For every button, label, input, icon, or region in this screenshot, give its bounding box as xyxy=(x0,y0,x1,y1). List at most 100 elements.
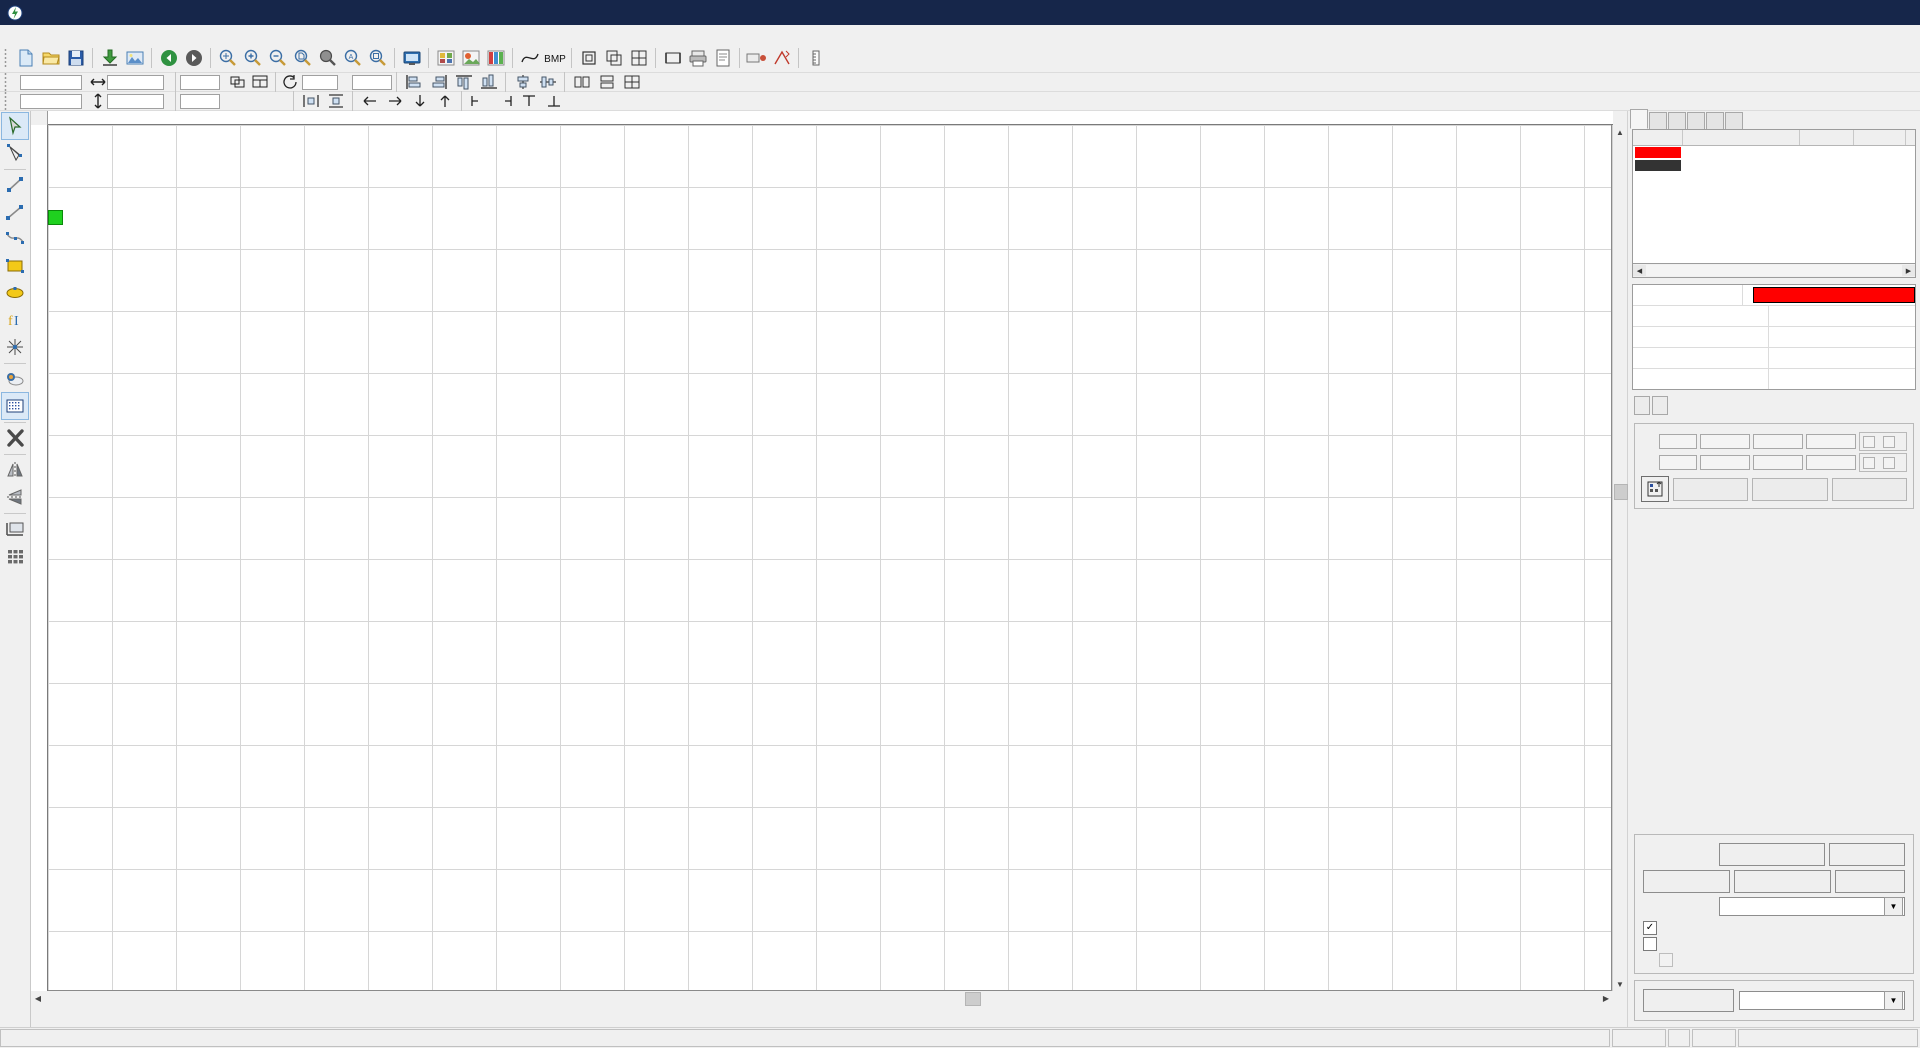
table-row[interactable] xyxy=(1633,159,1915,172)
printer-icon[interactable] xyxy=(685,46,710,70)
x-space1-input[interactable] xyxy=(1700,434,1750,449)
menu-config[interactable] xyxy=(52,33,68,35)
save-file-icon[interactable] xyxy=(63,46,88,70)
scroll-down-arrow[interactable]: ▼ xyxy=(1613,977,1627,991)
distribute-h-icon[interactable] xyxy=(298,89,323,113)
capture-tool[interactable] xyxy=(2,366,28,392)
y-space1-input[interactable] xyxy=(1700,455,1750,470)
layer-color-swatch[interactable] xyxy=(1635,160,1681,171)
property-row-minpower[interactable] xyxy=(1633,306,1915,327)
menu-tool[interactable] xyxy=(84,33,100,35)
import-icon[interactable] xyxy=(97,46,122,70)
toolbar-grip[interactable] xyxy=(4,72,11,92)
select-arrow-tool[interactable] xyxy=(2,113,28,139)
stop-button[interactable] xyxy=(1829,843,1905,866)
tab-work[interactable] xyxy=(1630,109,1648,129)
center-x-icon[interactable] xyxy=(466,89,491,113)
tab-transform[interactable] xyxy=(1725,112,1743,129)
rectangle-tool[interactable] xyxy=(2,253,28,279)
toolbar-grip[interactable] xyxy=(4,91,11,111)
zoom-all-icon[interactable]: A xyxy=(340,46,365,70)
y-num-input[interactable] xyxy=(1659,455,1697,470)
output-select-graphics-checkbox[interactable] xyxy=(1643,937,1657,951)
pos-x-input[interactable] xyxy=(20,75,82,90)
text-tool[interactable]: fI xyxy=(2,307,28,333)
chevron-down-icon[interactable]: ▼ xyxy=(1884,991,1903,1010)
scale-height-input[interactable] xyxy=(180,94,220,109)
zoom-pan-icon[interactable] xyxy=(215,46,240,70)
zoom-selection-icon[interactable] xyxy=(315,46,340,70)
group-down-icon[interactable] xyxy=(407,89,432,113)
layer-table-scrollbar[interactable]: ◀ ▶ xyxy=(1632,264,1916,278)
menu-edit[interactable] xyxy=(20,33,36,35)
tab-test[interactable] xyxy=(1706,112,1724,129)
offset-icon[interactable] xyxy=(601,46,626,70)
zoom-in-icon[interactable] xyxy=(240,46,265,70)
array-preview-tool[interactable] xyxy=(2,516,28,542)
y-dislocation-input[interactable] xyxy=(1806,455,1856,470)
bitmap-trace-icon[interactable] xyxy=(458,46,483,70)
ufile-output-button[interactable] xyxy=(1734,870,1832,893)
array-copy-icon[interactable] xyxy=(626,46,651,70)
doc-icon[interactable] xyxy=(710,46,735,70)
preview-icon[interactable] xyxy=(399,46,424,70)
vertical-scroll-track[interactable] xyxy=(1613,139,1627,977)
delete-tool[interactable] xyxy=(2,425,28,451)
tab-laser2[interactable] xyxy=(1652,396,1668,415)
same-size-icon[interactable] xyxy=(619,70,644,94)
center-both-icon[interactable] xyxy=(516,89,541,113)
rotation-angle-input[interactable] xyxy=(302,75,338,90)
bestrew-button[interactable] xyxy=(1752,478,1827,501)
same-width-icon[interactable] xyxy=(569,70,594,94)
virtual-array-button[interactable] xyxy=(1673,478,1748,501)
canvas-horizontal-scrollbar[interactable]: ◀ ▶ xyxy=(31,991,1627,1005)
distribute-v-icon[interactable] xyxy=(323,89,348,113)
origin-icon[interactable] xyxy=(744,46,769,70)
pause-continue-button[interactable] xyxy=(1719,843,1825,866)
tab-user[interactable] xyxy=(1687,112,1705,129)
vertical-scroll-thumb[interactable] xyxy=(1614,484,1628,500)
bitmap-tool[interactable] xyxy=(2,393,28,419)
origin-handle[interactable] xyxy=(48,210,63,225)
menu-file[interactable] xyxy=(4,33,20,35)
color-map-icon[interactable] xyxy=(483,46,508,70)
menu-draw[interactable] xyxy=(36,33,52,35)
menu-view[interactable] xyxy=(116,33,132,35)
measure-icon[interactable] xyxy=(803,46,828,70)
horizontal-scroll-track[interactable] xyxy=(45,991,1599,1005)
menu-help[interactable] xyxy=(132,33,148,35)
width-input[interactable] xyxy=(107,75,164,90)
array-settings-icon[interactable] xyxy=(1641,476,1669,502)
same-height-icon[interactable] xyxy=(594,70,619,94)
scroll-up-arrow[interactable]: ▲ xyxy=(1613,125,1627,139)
artwork-vector-drawing[interactable] xyxy=(48,125,1612,985)
toolbar-grip[interactable] xyxy=(4,48,11,68)
chevron-down-icon[interactable]: ▼ xyxy=(1884,897,1903,916)
property-value[interactable] xyxy=(1769,327,1915,347)
export-image-icon[interactable] xyxy=(122,46,147,70)
line-tool[interactable] xyxy=(2,172,28,198)
layer-color-bar[interactable] xyxy=(1753,287,1915,303)
maximize-button[interactable] xyxy=(1828,0,1874,25)
cut-path-icon[interactable] xyxy=(769,46,794,70)
ellipse-tool[interactable] xyxy=(2,280,28,306)
canvas-vertical-scrollbar[interactable]: ▲ ▼ xyxy=(1612,125,1627,991)
x-num-input[interactable] xyxy=(1659,434,1697,449)
x-space2-input[interactable] xyxy=(1753,434,1803,449)
lock-ratio-icon[interactable] xyxy=(227,70,249,94)
minimize-button[interactable] xyxy=(1782,0,1828,25)
position-dropdown[interactable]: ▼ xyxy=(1719,897,1905,916)
zoom-out-icon[interactable] xyxy=(265,46,290,70)
redo-icon[interactable] xyxy=(181,46,206,70)
process-no-input[interactable] xyxy=(352,75,392,90)
property-row-priority[interactable] xyxy=(1633,369,1915,389)
layer-scroll-left-arrow[interactable]: ◀ xyxy=(1633,265,1646,276)
output-select-graphics-row[interactable] xyxy=(1643,937,1905,951)
group-right-icon[interactable] xyxy=(382,89,407,113)
path-optimize-row[interactable]: ✓ xyxy=(1643,921,1905,935)
new-file-icon[interactable] xyxy=(13,46,38,70)
layer-scroll-right-arrow[interactable]: ▶ xyxy=(1902,265,1915,276)
bmp-icon[interactable]: BMP xyxy=(542,46,567,70)
vertical-ruler[interactable] xyxy=(31,125,48,991)
property-row-color[interactable] xyxy=(1633,285,1915,306)
